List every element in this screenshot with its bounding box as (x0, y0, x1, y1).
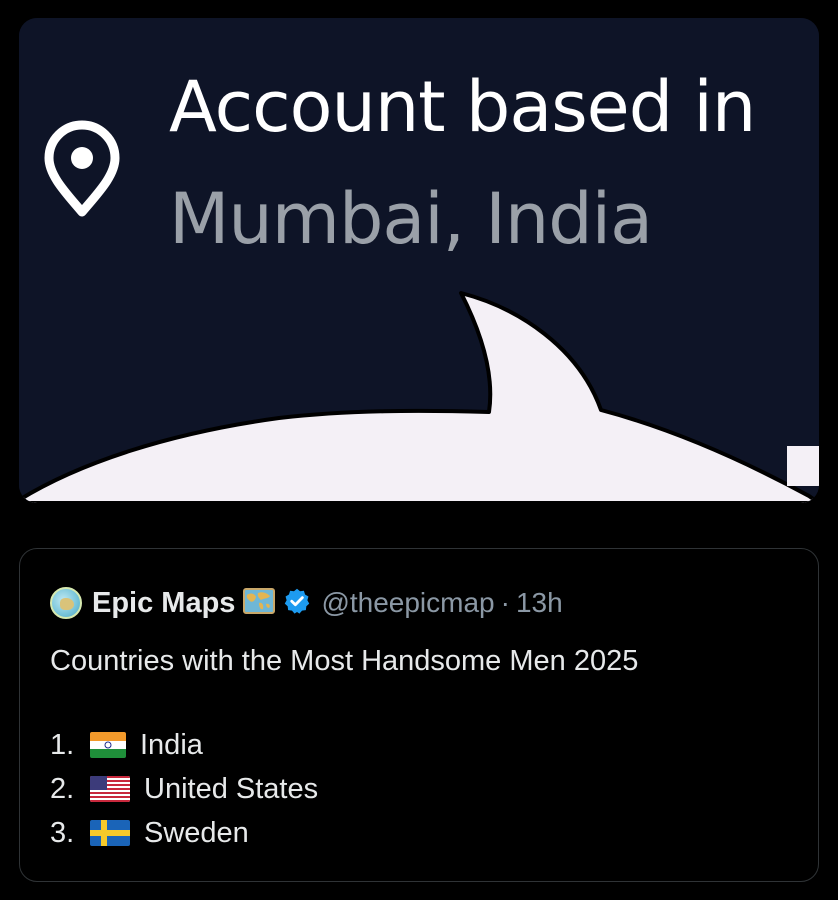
ranking-list: 1. India 2. United States 3. Sweden (50, 723, 318, 855)
india-flag-icon (90, 732, 126, 758)
rank-number: 2. (50, 772, 75, 805)
rank-number: 3. (50, 816, 75, 849)
rank-number: 1. (50, 728, 75, 761)
verified-badge-icon (283, 587, 311, 620)
country-name: Sweden (144, 816, 249, 849)
display-name[interactable]: Epic Maps (92, 587, 235, 620)
post-media-image[interactable]: Account based in Mumbai, India (19, 18, 819, 503)
world-map-icon (243, 587, 276, 620)
list-item: 2. United States (50, 767, 318, 811)
separator-dot: · (500, 587, 510, 618)
tweet-text: Countries with the Most Handsome Men 202… (50, 645, 639, 677)
account-based-heading: Account based in (169, 66, 756, 148)
account-location-text: Mumbai, India (169, 178, 653, 260)
sweden-flag-icon (90, 820, 130, 846)
tweet-header: Epic Maps @theepicmap · 13h (50, 585, 563, 621)
list-item: 3. Sweden (50, 811, 318, 855)
quoted-tweet-card[interactable]: Epic Maps @theepicmap · 13h Countries wi… (19, 548, 819, 882)
country-name: India (140, 728, 203, 761)
globe-avatar[interactable] (50, 587, 82, 619)
usa-flag-icon (90, 776, 130, 802)
list-item: 1. India (50, 723, 318, 767)
user-handle[interactable]: @theepicmap (321, 587, 494, 619)
tweet-timestamp[interactable]: 13h (516, 587, 563, 619)
page: Account based in Mumbai, India Epic Maps (0, 0, 838, 900)
country-name: United States (144, 772, 319, 805)
location-pin-icon (37, 114, 127, 224)
